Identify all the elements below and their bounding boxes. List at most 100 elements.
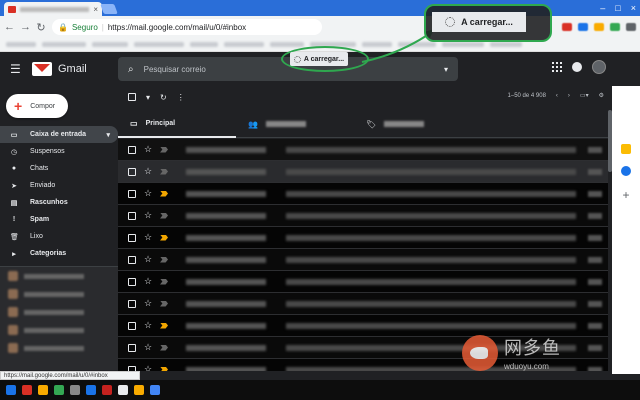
taskbar-app-icon[interactable] xyxy=(102,385,112,395)
next-page-icon[interactable]: › xyxy=(568,93,570,99)
tasks-icon[interactable] xyxy=(621,166,631,176)
prev-page-icon[interactable]: ‹ xyxy=(556,93,558,99)
important-marker-icon[interactable] xyxy=(160,234,168,241)
url-text[interactable]: https://mail.google.com/mail/u/0/#inbox xyxy=(108,23,246,32)
important-marker-icon[interactable] xyxy=(160,300,168,307)
star-icon[interactable]: ☆ xyxy=(144,342,152,353)
taskbar-app-icon[interactable] xyxy=(54,385,64,395)
bookmark-item[interactable] xyxy=(224,42,264,47)
tab-social[interactable]: 👥 xyxy=(236,110,354,138)
refresh-icon[interactable]: ↻ xyxy=(160,93,167,102)
hangouts-contact[interactable] xyxy=(0,285,118,303)
taskbar-app-icon[interactable] xyxy=(22,385,32,395)
important-marker-icon[interactable] xyxy=(160,322,168,329)
row-checkbox[interactable] xyxy=(128,299,136,308)
tab-primary[interactable]: ▭ Principal xyxy=(118,110,236,138)
search-options-icon[interactable]: ▾ xyxy=(444,65,448,74)
more-icon[interactable]: ⋮ xyxy=(177,93,185,102)
search-icon[interactable]: ⌕ xyxy=(128,64,134,75)
notifications-icon[interactable] xyxy=(572,62,582,72)
main-menu-icon[interactable]: ☰ xyxy=(10,62,24,76)
gmail-logo-icon[interactable] xyxy=(32,62,52,76)
mail-row[interactable]: ☆ xyxy=(118,249,608,271)
apps-grid-icon[interactable] xyxy=(552,62,562,72)
row-checkbox[interactable] xyxy=(128,233,136,242)
mail-row[interactable]: ☆ xyxy=(118,227,608,249)
sidebar-item-spam[interactable]: ! Spam xyxy=(0,211,118,228)
bookmark-item[interactable] xyxy=(42,42,86,47)
sidebar-item-inbox[interactable]: ▭ Caixa de entrada ▾ xyxy=(0,126,118,143)
taskbar-app-icon[interactable] xyxy=(6,385,16,395)
sidebar-item-sent[interactable]: ➤ Enviado xyxy=(0,177,118,194)
star-icon[interactable]: ☆ xyxy=(144,254,152,265)
sidebar-item-categories[interactable]: ▸ Categorias xyxy=(0,245,118,262)
address-bar[interactable]: 🔒 Seguro | https://mail.google.com/mail/… xyxy=(52,19,322,35)
bookmark-item[interactable] xyxy=(190,42,218,47)
important-marker-icon[interactable] xyxy=(160,168,168,175)
select-all-checkbox[interactable] xyxy=(128,93,136,101)
mail-row[interactable]: ☆ xyxy=(118,293,608,315)
star-icon[interactable]: ☆ xyxy=(144,144,152,155)
compose-button[interactable]: + Compor xyxy=(6,94,68,118)
star-icon[interactable]: ☆ xyxy=(144,320,152,331)
bookmark-item[interactable] xyxy=(270,42,304,47)
important-marker-icon[interactable] xyxy=(160,146,168,153)
star-icon[interactable]: ☆ xyxy=(144,364,152,371)
hangouts-contact[interactable] xyxy=(0,303,118,321)
account-avatar[interactable] xyxy=(592,60,606,74)
bookmark-item[interactable] xyxy=(442,42,484,47)
taskbar-app-icon[interactable] xyxy=(118,385,128,395)
important-marker-icon[interactable] xyxy=(160,344,168,351)
extension-icon[interactable] xyxy=(562,23,572,31)
sidebar-item-trash[interactable]: 🗑 Lixo xyxy=(0,228,118,245)
sidebar-item-drafts[interactable]: ▤ Rascunhos xyxy=(0,194,118,211)
star-icon[interactable]: ☆ xyxy=(144,276,152,287)
mail-row[interactable]: ☆ xyxy=(118,161,608,183)
reload-icon[interactable]: ↻ xyxy=(36,21,46,34)
settings-gear-icon[interactable]: ⚙ xyxy=(599,92,604,99)
tab-close-icon[interactable]: × xyxy=(93,5,98,14)
important-marker-icon[interactable] xyxy=(160,256,168,263)
taskbar-app-icon[interactable] xyxy=(70,385,80,395)
tab-promotions[interactable]: 🏷 xyxy=(354,110,472,138)
mail-row[interactable]: ☆ xyxy=(118,271,608,293)
row-checkbox[interactable] xyxy=(128,211,136,220)
star-icon[interactable]: ☆ xyxy=(144,188,152,199)
menu-icon[interactable] xyxy=(626,23,636,31)
taskbar-app-icon[interactable] xyxy=(150,385,160,395)
hangouts-contact[interactable] xyxy=(0,321,118,339)
bookmark-item[interactable] xyxy=(490,42,522,47)
hangouts-contact[interactable] xyxy=(0,339,118,357)
input-tools-icon[interactable]: ▭▾ xyxy=(580,92,589,99)
extension-icon[interactable] xyxy=(610,23,620,31)
mail-row[interactable]: ☆ xyxy=(118,139,608,161)
extension-icon[interactable] xyxy=(594,23,604,31)
star-icon[interactable]: ☆ xyxy=(144,210,152,221)
row-checkbox[interactable] xyxy=(128,145,136,154)
bookmark-item[interactable] xyxy=(92,42,128,47)
row-checkbox[interactable] xyxy=(128,189,136,198)
star-icon[interactable]: ☆ xyxy=(144,298,152,309)
important-marker-icon[interactable] xyxy=(160,366,168,371)
select-dropdown-icon[interactable]: ▾ xyxy=(146,93,150,102)
important-marker-icon[interactable] xyxy=(160,190,168,197)
maximize-button[interactable]: □ xyxy=(615,3,620,13)
sidebar-item-chats[interactable]: ● Chats xyxy=(0,160,118,177)
star-icon[interactable]: ☆ xyxy=(144,232,152,243)
close-window-button[interactable]: × xyxy=(631,3,636,13)
row-checkbox[interactable] xyxy=(128,167,136,176)
taskbar-app-icon[interactable] xyxy=(38,385,48,395)
mail-row[interactable]: ☆ xyxy=(118,205,608,227)
important-marker-icon[interactable] xyxy=(160,212,168,219)
row-checkbox[interactable] xyxy=(128,255,136,264)
row-checkbox[interactable] xyxy=(128,321,136,330)
important-marker-icon[interactable] xyxy=(160,278,168,285)
extension-icon[interactable] xyxy=(578,23,588,31)
back-icon[interactable]: ← xyxy=(4,21,15,33)
hangouts-contact[interactable] xyxy=(0,267,118,285)
bookmark-item[interactable] xyxy=(6,42,36,47)
minimize-button[interactable]: – xyxy=(600,3,605,13)
taskbar-app-icon[interactable] xyxy=(134,385,144,395)
mail-row[interactable]: ☆ xyxy=(118,183,608,205)
row-checkbox[interactable] xyxy=(128,343,136,352)
